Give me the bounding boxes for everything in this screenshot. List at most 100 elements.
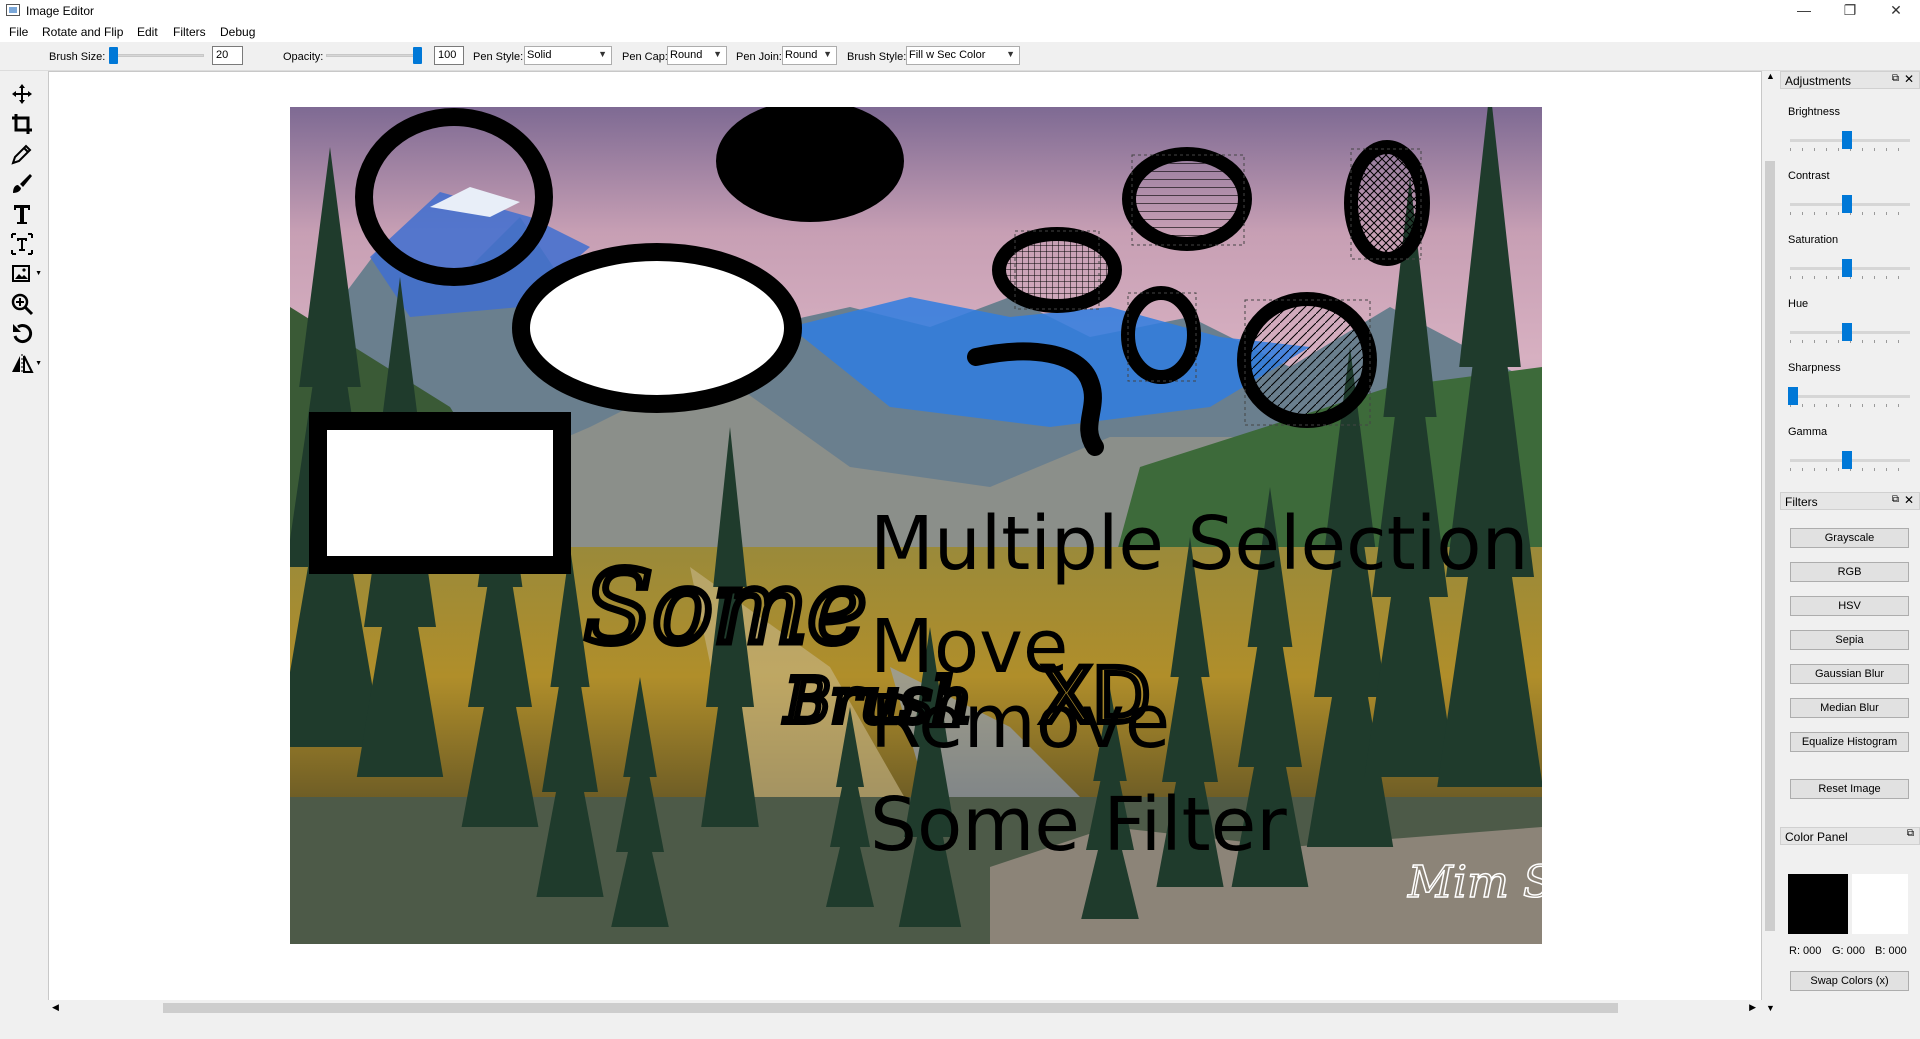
menu-bar: File Rotate and Flip Edit Filters Debug bbox=[0, 22, 1920, 42]
minimize-button[interactable]: — bbox=[1781, 0, 1827, 22]
signature-watermark: Mim S bbox=[1407, 857, 1542, 908]
brush-style-select[interactable]: Fill w Sec Color ▼ bbox=[906, 46, 1020, 65]
close-button[interactable]: ✕ bbox=[1873, 0, 1919, 22]
window-title: Image Editor bbox=[26, 4, 95, 18]
pencil-tool-button[interactable] bbox=[8, 140, 36, 168]
float-icon[interactable]: ⧉ bbox=[1892, 494, 1899, 505]
brush-size-spinbox[interactable]: 20 bbox=[212, 46, 243, 65]
dropdown-arrow-icon: ▼ bbox=[35, 360, 42, 367]
zoom-tool-button[interactable] bbox=[8, 290, 36, 318]
filters-title: Filters bbox=[1785, 495, 1818, 509]
tool-options-bar: Brush Size: 20 Opacity: 100 Pen Style: S… bbox=[0, 42, 1920, 71]
opacity-handle[interactable] bbox=[413, 47, 422, 64]
grayscale-button[interactable]: Grayscale bbox=[1790, 528, 1909, 548]
pencil-icon bbox=[11, 144, 32, 165]
crop-tool-button[interactable] bbox=[8, 110, 36, 138]
swap-colors-button[interactable]: Swap Colors (x) bbox=[1790, 971, 1909, 991]
menu-file[interactable]: File bbox=[9, 25, 28, 39]
adjustments-title: Adjustments bbox=[1785, 74, 1852, 88]
vertical-scroll-thumb[interactable] bbox=[1765, 161, 1775, 931]
maximize-button[interactable]: ❐ bbox=[1827, 0, 1873, 22]
pen-style-label: Pen Style: bbox=[473, 51, 524, 63]
text-icon bbox=[14, 205, 30, 224]
text-box-tool-button[interactable] bbox=[8, 230, 36, 258]
adjustment-slider-handle[interactable] bbox=[1842, 259, 1852, 277]
text-tool-button[interactable] bbox=[8, 200, 36, 228]
canvas-text-remove: Remove bbox=[870, 679, 1170, 765]
menu-debug[interactable]: Debug bbox=[220, 25, 255, 39]
equalize-histogram-button[interactable]: Equalize Histogram bbox=[1790, 732, 1909, 752]
adjustment-slider-handle[interactable] bbox=[1842, 195, 1852, 213]
primary-color-swatch[interactable] bbox=[1788, 874, 1848, 934]
adjustment-slider-handle[interactable] bbox=[1788, 387, 1798, 405]
title-bar: Image Editor — ❐ ✕ bbox=[0, 0, 1920, 22]
adjustment-label: Gamma bbox=[1788, 426, 1828, 438]
flip-tool-button[interactable]: ▼ bbox=[8, 350, 42, 378]
rotate-tool-button[interactable] bbox=[8, 320, 36, 348]
dropdown-arrow-icon: ▼ bbox=[35, 270, 42, 277]
pen-style-value: Solid bbox=[527, 49, 552, 61]
horizontal-scroll-thumb[interactable] bbox=[163, 1003, 1618, 1013]
chevron-down-icon: ▼ bbox=[598, 49, 607, 59]
adjustment-label: Contrast bbox=[1788, 170, 1830, 182]
secondary-color-swatch[interactable] bbox=[1852, 874, 1908, 934]
image-insert-icon bbox=[12, 265, 30, 282]
brush-size-handle[interactable] bbox=[109, 47, 118, 64]
color-panel-title: Color Panel bbox=[1785, 830, 1848, 844]
hsv-button[interactable]: HSV bbox=[1790, 596, 1909, 616]
horizontal-scrollbar[interactable]: ◀ ▶ bbox=[48, 1000, 1762, 1016]
gaussian-blur-button[interactable]: Gaussian Blur bbox=[1790, 664, 1909, 684]
brush-size-slider[interactable] bbox=[110, 54, 204, 57]
pen-style-select[interactable]: Solid ▼ bbox=[524, 46, 612, 65]
pen-cap-label: Pen Cap: bbox=[622, 51, 668, 63]
close-icon[interactable]: ✕ bbox=[1904, 72, 1914, 86]
flip-icon bbox=[12, 354, 34, 374]
adjustment-slider-handle[interactable] bbox=[1842, 131, 1852, 149]
adjustment-slider-ticks bbox=[1790, 404, 1910, 407]
menu-filters[interactable]: Filters bbox=[173, 25, 206, 39]
zoom-icon bbox=[11, 293, 34, 316]
menu-rotate-flip[interactable]: Rotate and Flip bbox=[42, 25, 123, 39]
scroll-right-icon[interactable]: ▶ bbox=[1749, 1002, 1756, 1013]
brush-style-value: Fill w Sec Color bbox=[909, 49, 986, 61]
pen-join-label: Pen Join: bbox=[736, 51, 782, 63]
rgb-button[interactable]: RGB bbox=[1790, 562, 1909, 582]
brush-icon bbox=[13, 174, 32, 193]
brush-tool-button[interactable] bbox=[8, 170, 36, 198]
blue-value: B: 000 bbox=[1875, 945, 1907, 957]
pen-join-select[interactable]: Round ▼ bbox=[782, 46, 837, 65]
sepia-button[interactable]: Sepia bbox=[1790, 630, 1909, 650]
opacity-spinbox[interactable]: 100 bbox=[434, 46, 464, 65]
adjustment-label: Hue bbox=[1788, 298, 1809, 310]
scroll-left-icon[interactable]: ◀ bbox=[52, 1002, 59, 1013]
reset-image-button[interactable]: Reset Image bbox=[1790, 779, 1909, 799]
vertical-scrollbar[interactable]: ▲ ▼ bbox=[1762, 71, 1778, 1015]
opacity-slider[interactable] bbox=[326, 54, 420, 57]
brush-style-label: Brush Style: bbox=[847, 51, 907, 63]
toolbox: ▼ ▼ bbox=[0, 76, 48, 1036]
crop-icon bbox=[12, 114, 32, 134]
adjustment-label: Sharpness bbox=[1788, 362, 1841, 374]
color-panel-dock-title: Color Panel ⧉ bbox=[1780, 827, 1920, 845]
adjustment-slider-handle[interactable] bbox=[1842, 323, 1852, 341]
pen-cap-value: Round bbox=[670, 49, 703, 61]
close-icon[interactable]: ✕ bbox=[1904, 493, 1914, 507]
menu-edit[interactable]: Edit bbox=[137, 25, 158, 39]
median-blur-button[interactable]: Median Blur bbox=[1790, 698, 1909, 718]
scroll-up-icon[interactable]: ▲ bbox=[1766, 71, 1775, 81]
pen-join-value: Round bbox=[785, 49, 818, 61]
filters-dock-title: Filters ⧉ ✕ bbox=[1780, 492, 1920, 510]
image-insert-tool-button[interactable]: ▼ bbox=[8, 260, 42, 288]
float-icon[interactable]: ⧉ bbox=[1907, 828, 1914, 839]
adjustment-slider-track[interactable] bbox=[1790, 395, 1910, 398]
pen-cap-select[interactable]: Round ▼ bbox=[667, 46, 727, 65]
float-icon[interactable]: ⧉ bbox=[1892, 73, 1899, 84]
canvas-text-move: Move bbox=[870, 604, 1068, 690]
scroll-down-icon[interactable]: ▼ bbox=[1766, 1003, 1775, 1013]
opacity-label: Opacity: bbox=[283, 51, 324, 63]
adjustment-slider-handle[interactable] bbox=[1842, 451, 1852, 469]
undo-icon bbox=[13, 324, 33, 343]
adjustment-label: Saturation bbox=[1788, 234, 1839, 246]
move-tool-button[interactable] bbox=[8, 80, 36, 108]
edited-image[interactable]: Some Brush XD Multiple Selection Move Re… bbox=[290, 107, 1542, 944]
